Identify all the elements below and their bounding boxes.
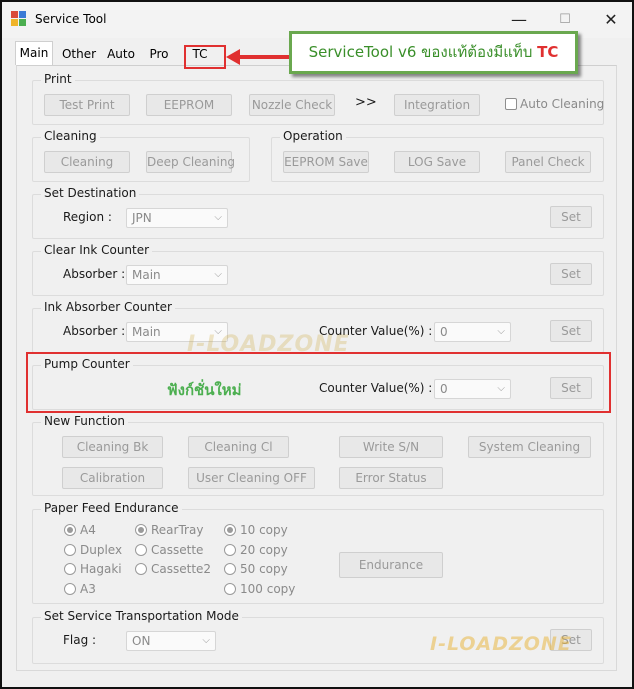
chevron-down-icon: ⌵	[214, 212, 222, 223]
paper-feed-endurance-label: Paper Feed Endurance	[41, 501, 182, 515]
tc-tab-highlight	[184, 45, 226, 69]
copies-10-radio[interactable]	[224, 524, 236, 536]
region-value: JPN	[132, 211, 152, 225]
endurance-button[interactable]: Endurance	[339, 552, 443, 578]
absorber-select[interactable]: Main ⌵	[126, 265, 228, 285]
cleaning-bk-button[interactable]: Cleaning Bk	[62, 436, 163, 458]
calibration-button[interactable]: Calibration	[62, 467, 163, 489]
flag-select[interactable]: ON ⌵	[126, 631, 216, 651]
more-arrow[interactable]: >>	[355, 95, 377, 110]
counter-value-select[interactable]: 0 ⌵	[434, 322, 511, 342]
eeprom-save-button[interactable]: EEPROM Save	[283, 151, 369, 173]
copies-100-label: 100 copy	[240, 582, 296, 596]
write-sn-button[interactable]: Write S/N	[339, 436, 443, 458]
size-a3-label: A3	[80, 582, 96, 596]
window-title: Service Tool	[35, 12, 107, 26]
service-tool-window: Service Tool — ☐ ✕ Main Other Auto Pro T…	[0, 0, 634, 689]
counter-value: 0	[440, 325, 448, 339]
tray-reartray-label: RearTray	[151, 523, 204, 537]
tray-reartray-radio[interactable]	[135, 524, 147, 536]
absorber-label: Absorber :	[63, 324, 126, 338]
eeprom-button[interactable]: EEPROM	[146, 94, 232, 116]
flag-label: Flag :	[63, 633, 97, 647]
tab-other[interactable]: Other	[57, 43, 101, 65]
size-a4-label: A4	[80, 523, 96, 537]
tab-main[interactable]: Main	[15, 41, 53, 65]
arrow-left-icon	[226, 49, 292, 65]
error-status-button[interactable]: Error Status	[339, 467, 443, 489]
operation-group-label: Operation	[280, 129, 346, 143]
tray-cassette-label: Cassette	[151, 543, 204, 557]
size-a3-radio[interactable]	[64, 583, 76, 595]
new-function-label: New Function	[41, 414, 129, 428]
absorber-value: Main	[132, 325, 161, 339]
absorber-label: Absorber :	[63, 267, 126, 281]
region-select[interactable]: JPN ⌵	[126, 208, 228, 228]
auto-cleaning-checkbox[interactable]	[505, 98, 517, 110]
integration-button[interactable]: Integration	[394, 94, 480, 116]
size-hagaki-label: Hagaki	[80, 562, 122, 576]
clear-ink-counter-label: Clear Ink Counter	[41, 243, 153, 257]
user-cleaning-off-button[interactable]: User Cleaning OFF	[188, 467, 315, 489]
ink-absorber-set-button[interactable]: Set	[550, 320, 592, 342]
watermark: I-LOADZONE	[430, 633, 572, 655]
auto-cleaning-label: Auto Cleaning	[520, 97, 605, 111]
chevron-down-icon: ⌵	[497, 326, 505, 337]
copies-10-label: 10 copy	[240, 523, 288, 537]
size-a4-radio[interactable]	[64, 524, 76, 536]
size-duplex-label: Duplex	[80, 543, 123, 557]
flag-value: ON	[132, 634, 151, 648]
callout-banner: ServiceTool v6 ของแท้ต้องมีแท็บ TC	[289, 31, 578, 74]
panel-check-button[interactable]: Panel Check	[505, 151, 591, 173]
test-print-button[interactable]: Test Print	[44, 94, 130, 116]
deep-cleaning-button[interactable]: Deep Cleaning	[146, 151, 235, 173]
cleaning-cl-button[interactable]: Cleaning Cl	[188, 436, 289, 458]
tab-pro[interactable]: Pro	[142, 43, 176, 65]
tray-cassette2-label: Cassette2	[151, 562, 212, 576]
copies-100-radio[interactable]	[224, 583, 236, 595]
copies-20-label: 20 copy	[240, 543, 288, 557]
tab-auto[interactable]: Auto	[103, 43, 139, 65]
log-save-button[interactable]: LOG Save	[394, 151, 480, 173]
transport-mode-label: Set Service Transportation Mode	[41, 609, 242, 623]
minimize-button[interactable]: —	[496, 8, 542, 32]
cleaning-button[interactable]: Cleaning	[44, 151, 130, 173]
system-cleaning-button[interactable]: System Cleaning	[468, 436, 591, 458]
callout-highlight: TC	[537, 43, 559, 61]
cleaning-group-label: Cleaning	[41, 129, 100, 143]
pump-counter-highlight	[26, 352, 611, 413]
close-button[interactable]: ✕	[588, 8, 634, 32]
copies-20-radio[interactable]	[224, 544, 236, 556]
copies-50-label: 50 copy	[240, 562, 288, 576]
app-icon	[11, 11, 27, 29]
ink-absorber-counter-label: Ink Absorber Counter	[41, 300, 175, 314]
set-destination-label: Set Destination	[41, 186, 140, 200]
set-destination-button[interactable]: Set	[550, 206, 592, 228]
chevron-down-icon: ⌵	[202, 635, 210, 646]
clear-ink-set-button[interactable]: Set	[550, 263, 592, 285]
tray-cassette2-radio[interactable]	[135, 563, 147, 575]
maximize-button[interactable]: ☐	[542, 8, 588, 32]
chevron-down-icon: ⌵	[214, 269, 222, 280]
print-group-label: Print	[41, 72, 75, 86]
copies-50-radio[interactable]	[224, 563, 236, 575]
region-label: Region :	[63, 210, 112, 224]
callout-text: ServiceTool v6 ของแท้ต้องมีแท็บ	[308, 43, 538, 61]
nozzle-check-button[interactable]: Nozzle Check	[249, 94, 335, 116]
tray-cassette-radio[interactable]	[135, 544, 147, 556]
set-destination-group	[32, 194, 604, 239]
size-duplex-radio[interactable]	[64, 544, 76, 556]
absorber-value: Main	[132, 268, 161, 282]
size-hagaki-radio[interactable]	[64, 563, 76, 575]
